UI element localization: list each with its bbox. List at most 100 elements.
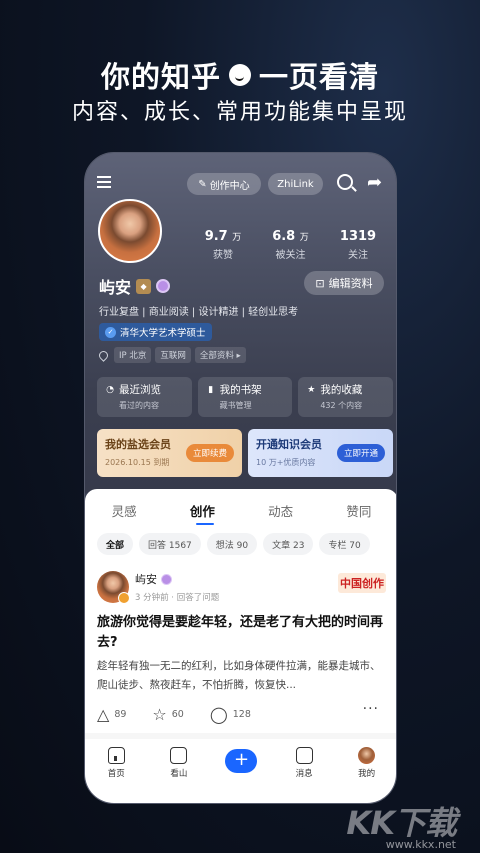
create-center-button[interactable]: ✎ 创作中心 <box>187 173 261 195</box>
divider <box>85 733 396 739</box>
member-badge-icon[interactable] <box>156 279 171 293</box>
profile-tags: 行业复盘 | 商业阅读 | 设计精进 | 轻创业思考 <box>99 307 299 318</box>
renew-button[interactable]: 立即续费 <box>185 444 234 462</box>
active-tab-indicator <box>196 523 214 525</box>
post-time: 3 分钟前 · 回答了问题 <box>135 593 220 603</box>
quick-favorites[interactable]: ★ 我的收藏 432 个内容 <box>298 377 394 417</box>
phone-frame: ✎ 创作中心 ZhiLink ➦ 9.7 万 获赞 6.8 万 被关注 1319… <box>84 152 397 804</box>
meta-row: IP 北京 互联网 全部资料 ▸ <box>97 347 246 363</box>
salt-membership-card[interactable]: 我的盐选会员 2026.10.15 到期 立即续费 <box>97 429 242 477</box>
zhilink-button[interactable]: ZhiLink <box>268 173 323 195</box>
watermark: KK下载 www.kkx.net <box>346 798 457 851</box>
comment-button[interactable]: ◯ 128 <box>210 705 251 724</box>
stat-followers-label: 被关注 <box>275 250 306 261</box>
nav-me-label: 我的 <box>358 769 376 779</box>
top-bar: ✎ 创作中心 ZhiLink ➦ <box>85 171 396 197</box>
smiley-icon <box>229 64 251 86</box>
stat-likes[interactable]: 9.7 万 获赞 <box>193 229 253 261</box>
china-creation-sticker: 中国创作 <box>338 573 386 593</box>
quick-recent-sub: 看过的内容 <box>119 401 159 410</box>
filter-all[interactable]: 全部 <box>97 533 134 555</box>
content-tabs: 灵感 创作 动态 赞同 <box>85 501 396 520</box>
post-body[interactable]: 趁年轻有独一无二的红利，比如身体硬件拉满，能暴走城市、爬山徒步、熬夜赶车，不怕折… <box>97 657 387 695</box>
nav-kanshan[interactable]: 看山 <box>154 747 204 779</box>
kanshan-icon <box>170 747 188 764</box>
share-icon[interactable]: ➦ <box>367 172 382 193</box>
nav-messages-label: 消息 <box>295 769 313 779</box>
avatar[interactable] <box>98 199 162 263</box>
quick-access-row: ◔ 最近浏览 看过的内容 ▮ 我的书架 藏书管理 ★ 我的收藏 432 个内容 <box>97 377 394 417</box>
nav-me[interactable]: 我的 <box>342 747 392 779</box>
tab-upvotes[interactable]: 赞同 <box>320 501 396 520</box>
nav-messages[interactable]: 消息 <box>279 747 329 779</box>
post-author[interactable]: 屿安 <box>135 571 219 587</box>
tab-inspiration[interactable]: 灵感 <box>85 501 163 520</box>
quick-bookshelf-sub: 藏书管理 <box>219 401 252 410</box>
quick-recent-title: 最近浏览 <box>119 384 161 396</box>
tab-activity[interactable]: 动态 <box>242 501 320 520</box>
name-row: 屿安 ◆ <box>99 274 171 298</box>
tab-creation[interactable]: 创作 <box>163 501 241 520</box>
activate-button[interactable]: 立即开通 <box>336 444 385 462</box>
education-badge[interactable]: ✓ 清华大学艺术学硕士 <box>99 323 212 341</box>
stat-following-num: 1319 <box>339 229 377 244</box>
banner-title: 你的知乎 一页看清 <box>0 54 480 96</box>
filter-columns[interactable]: 专栏 70 <box>319 533 370 555</box>
comment-count: 128 <box>232 709 251 720</box>
upvote-count: 89 <box>114 709 127 720</box>
post-title[interactable]: 旅游你觉得是要趁年轻，还是老了有大把的时间再去? <box>97 613 387 653</box>
profile-stats: 9.7 万 获赞 6.8 万 被关注 1319 关注 <box>193 229 388 261</box>
post-author-name: 屿安 <box>135 573 157 586</box>
filter-answers[interactable]: 回答 1567 <box>139 533 201 555</box>
stat-likes-label: 获赞 <box>213 250 233 261</box>
location-icon <box>97 348 110 362</box>
me-avatar-icon <box>358 747 376 764</box>
search-icon[interactable] <box>337 174 353 190</box>
quick-recent[interactable]: ◔ 最近浏览 看过的内容 <box>97 377 192 417</box>
clock-icon: ◔ <box>106 384 114 395</box>
content-panel: 灵感 创作 动态 赞同 全部 回答 1567 想法 90 文章 23 专栏 70… <box>85 489 396 803</box>
all-info-link[interactable]: 全部资料 ▸ <box>194 347 246 363</box>
quick-bookshelf-title: 我的书架 <box>219 384 262 396</box>
home-icon <box>107 747 125 764</box>
filter-thoughts[interactable]: 想法 90 <box>206 533 258 555</box>
message-icon <box>295 747 313 764</box>
banner-subtitle: 内容、成长、常用功能集中呈现 <box>71 100 408 125</box>
stat-followers-unit: 万 <box>299 233 309 243</box>
quick-bookshelf[interactable]: ▮ 我的书架 藏书管理 <box>197 377 293 417</box>
edit-profile-button[interactable]: ⊡ 编辑资料 <box>304 271 384 295</box>
ip-chip: IP 北京 <box>114 347 152 363</box>
post-actions: △ 89 ☆ 60 ◯ 128 ··· <box>97 701 387 724</box>
plus-icon: + <box>225 749 258 773</box>
post-avatar[interactable] <box>97 571 130 604</box>
verified-check-icon: ✓ <box>105 326 116 338</box>
book-icon: ▮ <box>208 384 214 395</box>
nav-home-label: 首页 <box>107 769 125 779</box>
level-badge-icon[interactable]: ◆ <box>136 278 152 294</box>
stat-likes-num: 9.7 <box>204 229 228 244</box>
menu-icon[interactable] <box>97 176 111 188</box>
stat-following[interactable]: 1319 关注 <box>328 229 388 261</box>
knowledge-membership-card[interactable]: 开通知识会员 10 万+优质内容 立即开通 <box>248 429 393 477</box>
membership-row: 我的盐选会员 2026.10.15 到期 立即续费 开通知识会员 10 万+优质… <box>97 429 393 477</box>
stat-likes-unit: 万 <box>232 233 242 243</box>
nav-kanshan-label: 看山 <box>170 769 188 779</box>
edit-profile-label: 编辑资料 <box>328 277 373 290</box>
quick-favorites-sub: 432 个内容 <box>320 401 363 410</box>
filter-articles[interactable]: 文章 23 <box>263 533 314 555</box>
post-header: 屿安 3 分钟前 · 回答了问题 <box>97 571 220 604</box>
profile-name: 屿安 <box>99 278 132 297</box>
filter-row: 全部 回答 1567 想法 90 文章 23 专栏 70 <box>97 533 396 555</box>
edit-icon: ⊡ <box>315 276 325 290</box>
favorite-button[interactable]: ☆ 60 <box>152 705 183 724</box>
stat-followers[interactable]: 6.8 万 被关注 <box>261 229 321 261</box>
star-outline-icon: ☆ <box>152 705 167 724</box>
nav-home[interactable]: 首页 <box>91 747 141 779</box>
banner-title-left: 你的知乎 <box>100 60 221 94</box>
stat-followers-num: 6.8 <box>272 229 296 244</box>
more-icon[interactable]: ··· <box>363 701 379 717</box>
nav-create[interactable]: + <box>216 747 266 773</box>
star-icon: ★ <box>307 384 316 395</box>
pencil-icon: ✎ <box>198 178 207 190</box>
upvote-button[interactable]: △ 89 <box>97 705 126 724</box>
